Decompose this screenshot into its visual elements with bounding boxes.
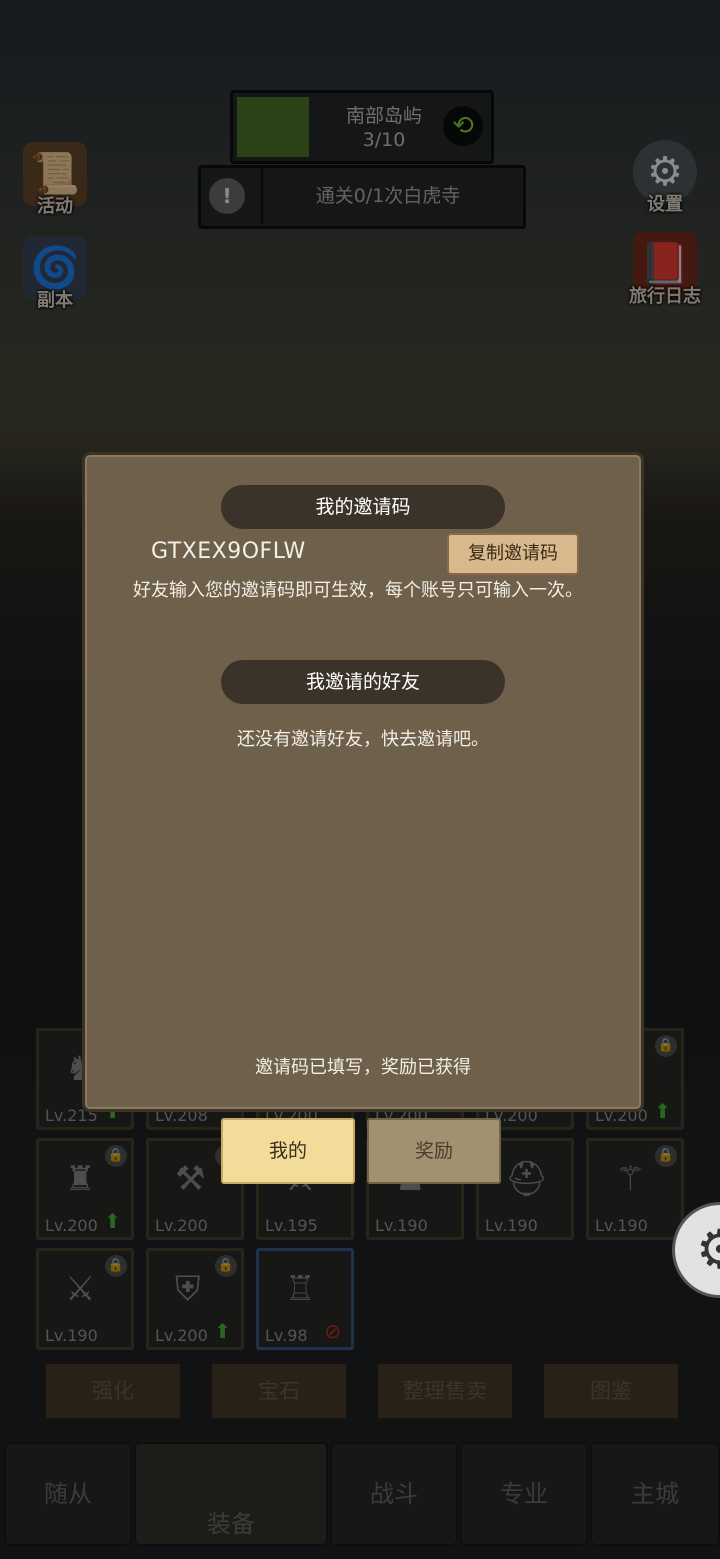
copy-invite-code-button[interactable]: 复制邀请码 xyxy=(447,533,579,575)
invite-description: 好友输入您的邀请码即可生效，每个账号只可输入一次。 xyxy=(133,580,583,601)
invite-code-value: GTXEX9OFLW xyxy=(151,539,306,564)
game-scene: 南部岛屿 3/10 ⟲ ! 通关0/1次白虎寺 📜 活动 🌀 副本 ⚙ 设置 📕… xyxy=(0,0,720,1559)
invite-status-text: 邀请码已填写，奖励已获得 xyxy=(255,1057,471,1078)
invite-modal: 我的邀请码 GTXEX9OFLW 复制邀请码 好友输入您的邀请码即可生效，每个账… xyxy=(82,452,644,1112)
invite-code-header: 我的邀请码 xyxy=(221,485,505,529)
empty-friends-text: 还没有邀请好友，快去邀请吧。 xyxy=(237,729,489,750)
tab-mine[interactable]: 我的 xyxy=(221,1118,355,1184)
invited-friends-header: 我邀请的好友 xyxy=(221,660,505,704)
tab-reward[interactable]: 奖励 xyxy=(367,1118,501,1184)
